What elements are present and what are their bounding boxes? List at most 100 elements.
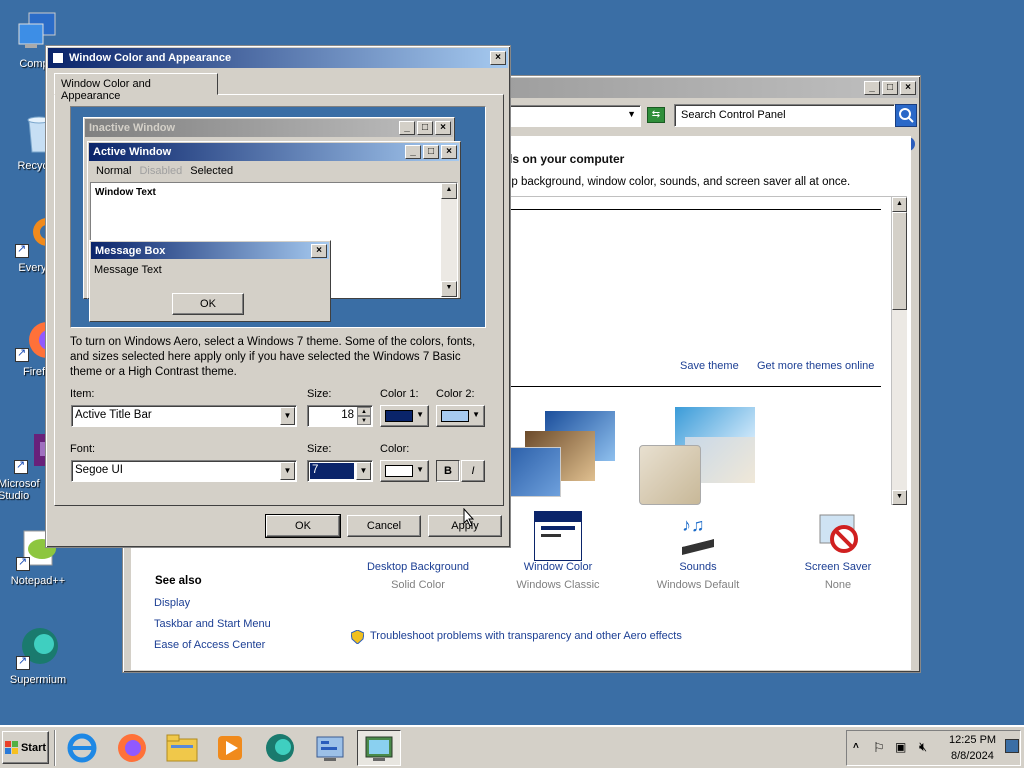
preview-scrollbar: ▲ ▼ [441,183,457,297]
scroll-thumb[interactable] [892,212,907,310]
preview-window-text: Window Text [95,187,156,198]
font-size-select[interactable]: 7 ▼ [307,460,373,482]
item-sub: Solid Color [391,579,445,591]
taskbar-supermium[interactable] [258,730,302,766]
close-button[interactable]: × [900,81,916,95]
item-label: Item: [70,388,95,400]
taskbar-control-panel[interactable] [308,730,352,766]
clock-time[interactable]: 12:25 PM [949,734,996,746]
chevron-down-icon: ▼ [416,410,424,419]
preview-area: Inactive Window _ □ × Active Window _ □ … [70,106,486,328]
taskbar-ie[interactable] [60,730,104,766]
size-spinner[interactable]: 18 ▲ ▼ [307,405,373,427]
font-size-label: Size: [307,443,332,455]
chevron-down-icon[interactable]: ▼ [280,462,295,480]
refresh-icon[interactable]: ⇆ [647,107,665,123]
tab-window-color[interactable]: Window Color and Appearance [54,73,218,102]
media-player-icon [218,736,242,760]
ok-label: OK [295,520,311,532]
italic-button[interactable]: I [461,460,485,482]
chevron-down-icon[interactable]: ▼ [627,109,636,119]
show-desktop-icon[interactable] [1005,739,1019,753]
taskbar-window-color[interactable] [357,730,401,766]
scroll-up-button[interactable]: ▲ [892,197,907,212]
theme-list[interactable]: Save theme Get more themes online ▲ ▼ [505,196,907,505]
save-theme-link[interactable]: Save theme [680,360,739,372]
theme-list-scrollbar[interactable]: ▲ ▼ [891,197,907,505]
screen-saver-icon [814,511,862,561]
see-also-ease-of-access[interactable]: Ease of Access Center [154,639,265,651]
font-select[interactable]: Segoe UI ▼ [71,460,297,482]
mouse-cursor-icon [463,507,475,527]
scroll-down-button[interactable]: ▼ [892,490,907,505]
chevron-down-icon[interactable]: ▼ [280,407,295,425]
preview-msgbox-titlebar: Message Box × [91,242,329,259]
theme-thumbnail[interactable] [635,407,765,505]
volume-muted-icon[interactable]: 🔇︎ [919,739,927,755]
item-label[interactable]: Window Color [501,561,615,573]
troubleshoot-link[interactable]: Troubleshoot problems with transparency … [370,630,682,642]
personalization-icon [365,736,393,761]
spin-down-icon[interactable]: ▼ [357,416,371,425]
dialog-close-button[interactable]: × [490,51,506,65]
chevron-down-icon[interactable]: ▼ [356,462,371,480]
item-select[interactable]: Active Title Bar ▼ [71,405,297,427]
item-value: Active Title Bar [75,409,152,421]
system-tray: ˄ ⚐ ▣ 🔇︎ 12:25 PM 8/8/2024 [846,730,1021,766]
search-input[interactable]: Search Control Panel [674,104,895,127]
theme-thumbnail[interactable] [505,407,621,503]
sounds-icon: ♪♫ [674,511,722,561]
item-label[interactable]: Screen Saver [781,561,895,573]
address-bar[interactable]: ▼ [503,105,641,127]
taskbar-firefox[interactable] [110,730,154,766]
size-label: Size: [307,388,332,400]
font-color-swatch [385,465,413,477]
cancel-label: Cancel [366,520,402,532]
desktop-icon-supermium[interactable]: Supermium [3,626,73,686]
chevron-up-icon[interactable]: ˄ [853,741,859,752]
clock-date[interactable]: 8/8/2024 [951,750,994,762]
bold-button[interactable]: B [436,460,460,482]
color2-picker[interactable]: ▼ [436,405,485,427]
network-icon[interactable]: ▣ [895,740,906,754]
search-placeholder: Search Control Panel [681,109,786,121]
preview-menu-selected: Selected [190,165,234,177]
get-more-themes-link[interactable]: Get more themes online [757,360,874,372]
color1-picker[interactable]: ▼ [380,405,429,427]
font-label: Font: [70,443,96,455]
item-label[interactable]: Sounds [641,561,755,573]
taskbar-explorer[interactable] [160,730,204,766]
search-icon[interactable] [895,104,917,127]
preview-msgbox-ok-label: OK [200,298,216,310]
preview-maximize-icon: □ [423,145,439,159]
window-color-item[interactable]: Window Color Windows Classic [501,511,615,611]
ok-button[interactable]: OK [265,514,341,538]
chevron-down-icon: ▼ [472,410,480,419]
italic-label: I [471,465,475,477]
see-also-display[interactable]: Display [154,597,190,609]
svg-text:♪♫: ♪♫ [682,515,705,535]
windows-logo-icon [4,740,18,754]
taskbar-media-player[interactable] [208,730,252,766]
font-color-picker[interactable]: ▼ [380,460,429,482]
action-center-flag-icon[interactable]: ⚐ [873,740,885,756]
window-color-icon [534,511,582,561]
preview-active-titlebar: Active Window _ □ × [89,143,459,161]
spin-up-icon[interactable]: ▲ [357,407,371,416]
start-button[interactable]: Start [2,731,49,764]
item-sub: None [824,579,852,591]
preview-msgbox-title: Message Box [95,244,166,257]
folder-icon [166,734,198,762]
see-also-taskbar[interactable]: Taskbar and Start Menu [154,618,271,630]
item-label[interactable]: Desktop Background [361,561,475,573]
firefox-icon [118,734,146,762]
cancel-button[interactable]: Cancel [347,515,421,537]
screen-saver-item[interactable]: Screen Saver None [781,514,895,611]
sounds-item[interactable]: ♪♫ Sounds Windows Default [641,515,755,611]
minimize-button[interactable]: _ [864,81,880,95]
maximize-button[interactable]: □ [882,81,898,95]
preview-menu: Normal Disabled Selected [88,162,460,180]
preview-msgbox-ok: OK [172,293,244,315]
font-value: Segoe UI [75,464,123,476]
preview-message-box: Message Box × Message Text OK [89,240,331,322]
